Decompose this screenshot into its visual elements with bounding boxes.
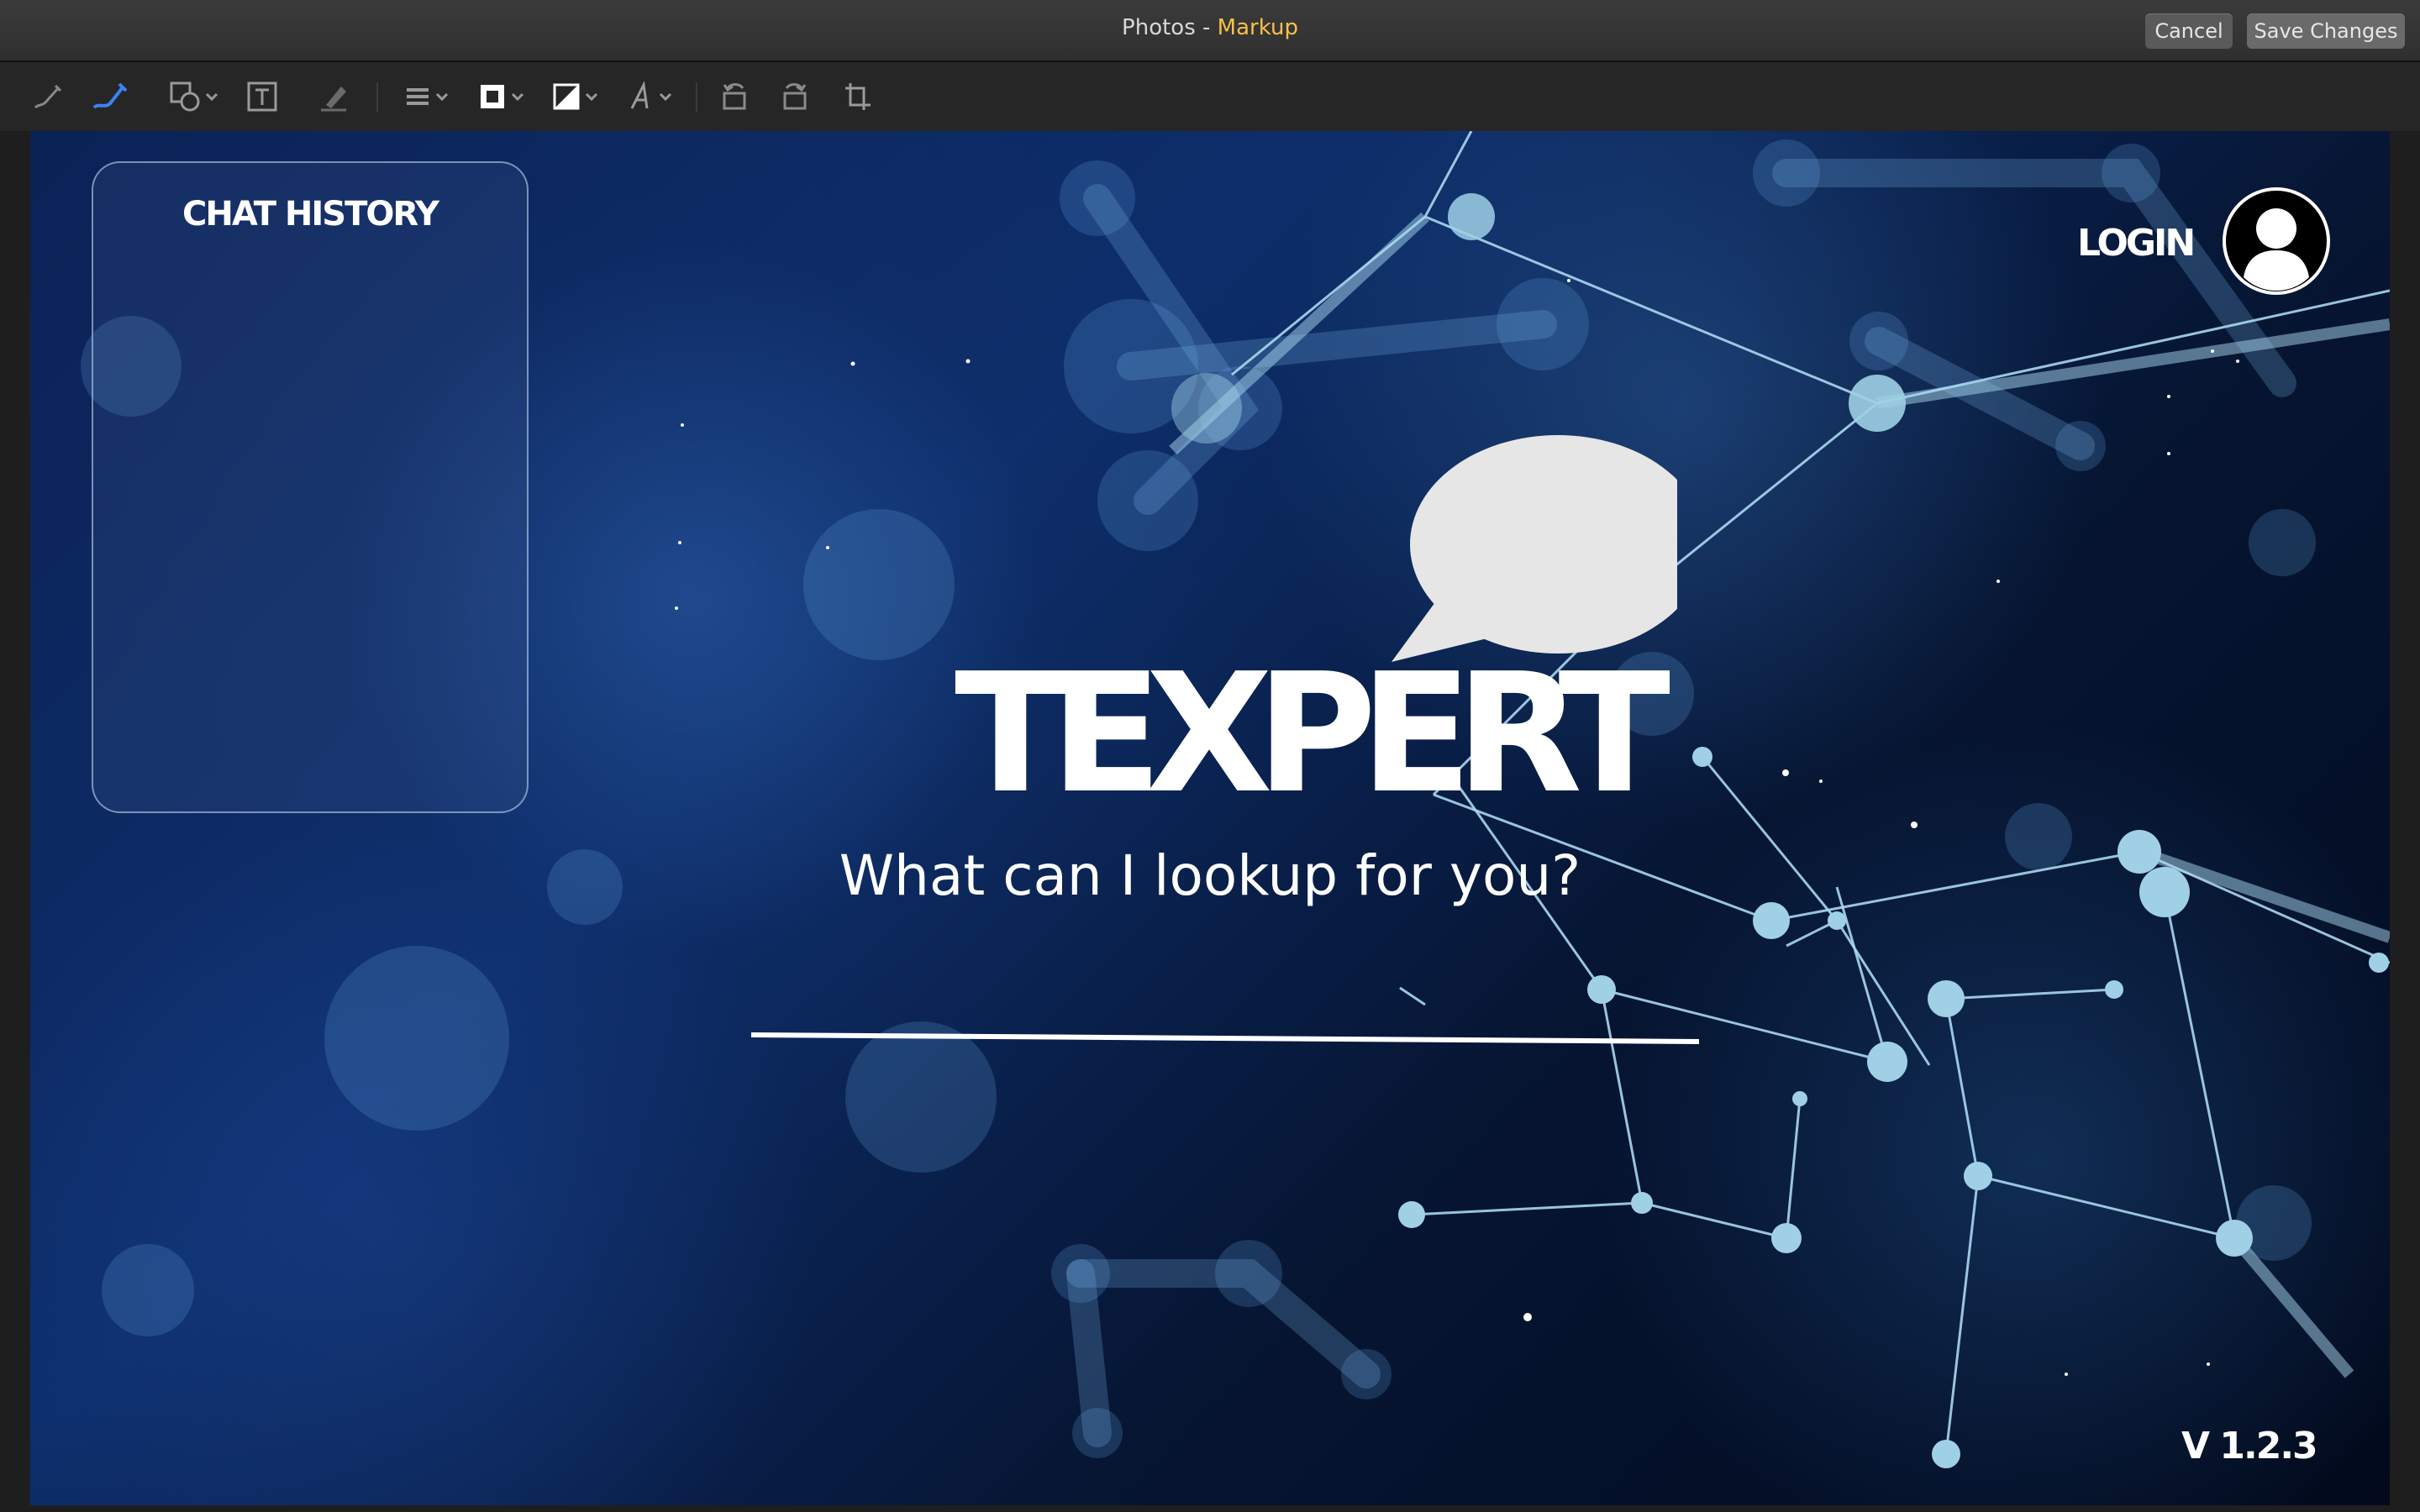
sketch-tool-button[interactable] xyxy=(30,79,66,114)
chat-history-title: CHAT HISTORY xyxy=(182,195,439,234)
chevron-down-icon xyxy=(585,92,598,102)
rotate-right-button[interactable] xyxy=(780,79,810,114)
chevron-down-icon xyxy=(435,92,449,102)
shapes-tool-button[interactable] xyxy=(168,79,218,114)
user-avatar-icon[interactable] xyxy=(2222,186,2331,296)
highlight-tool-button[interactable] xyxy=(318,79,351,114)
border-color-button[interactable] xyxy=(477,79,524,114)
chevron-down-icon xyxy=(511,92,524,102)
app-name: Photos xyxy=(1122,15,1196,40)
toolbar-separator xyxy=(376,82,378,113)
search-input-line[interactable] xyxy=(750,1030,1707,1047)
fill-color-button[interactable] xyxy=(551,79,598,114)
text-icon xyxy=(247,81,277,112)
rotate-left-icon xyxy=(723,83,746,110)
rotate-right-icon xyxy=(783,83,807,110)
window-title: Photos - Markup xyxy=(0,15,2420,40)
highlight-icon xyxy=(321,87,346,112)
font-icon xyxy=(630,81,649,109)
prompt-heading: What can I lookup for you? xyxy=(839,843,1581,908)
text-tool-button[interactable] xyxy=(245,79,279,114)
chat-history-panel[interactable]: CHAT HISTORY xyxy=(92,161,529,813)
mode-label: Markup xyxy=(1217,15,1298,40)
font-style-button[interactable] xyxy=(629,79,672,114)
draw-tool-button[interactable] xyxy=(91,79,129,114)
cancel-button[interactable]: Cancel xyxy=(2145,13,2233,49)
crop-button[interactable] xyxy=(842,79,872,114)
texpert-logo: TEXPERT xyxy=(955,638,1670,830)
line-style-icon xyxy=(407,88,429,105)
line-style-button[interactable] xyxy=(403,79,449,114)
toolbar-separator xyxy=(696,82,697,113)
save-changes-button[interactable]: Save Changes xyxy=(2247,13,2405,49)
chevron-down-icon xyxy=(205,92,218,102)
sketch-icon xyxy=(34,84,62,109)
shapes-icon xyxy=(170,81,200,112)
title-separator: - xyxy=(1195,15,1218,40)
version-label: V 1.2.3 xyxy=(2181,1425,2318,1467)
border-color-icon xyxy=(481,85,504,108)
chevron-down-icon xyxy=(659,92,672,102)
login-link[interactable]: LOGIN xyxy=(2077,222,2196,265)
crop-icon xyxy=(845,83,871,110)
draw-icon xyxy=(92,82,128,109)
image-canvas[interactable]: CHAT HISTORY LOGIN TEXPERT What can I lo… xyxy=(30,131,2390,1505)
rotate-left-button[interactable] xyxy=(719,79,750,114)
markup-toolbar xyxy=(0,62,2420,131)
fill-color-icon xyxy=(553,83,580,110)
title-bar: Photos - Markup Cancel Save Changes xyxy=(0,0,2420,62)
